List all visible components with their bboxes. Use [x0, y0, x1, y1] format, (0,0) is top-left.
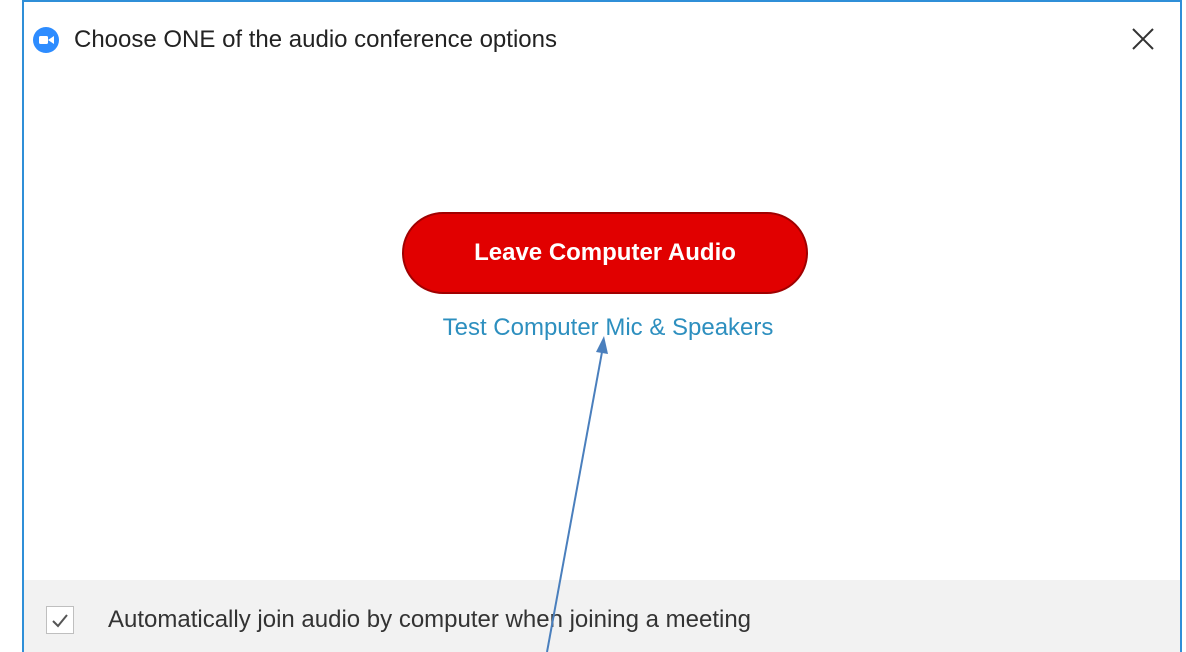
zoom-app-icon: [33, 27, 59, 53]
dialog-title: Choose ONE of the audio conference optio…: [74, 26, 557, 53]
page: Choose ONE of the audio conference optio…: [0, 0, 1186, 652]
checkmark-icon: [52, 614, 68, 628]
title-bar: Choose ONE of the audio conference optio…: [24, 2, 1180, 82]
close-icon: [1132, 28, 1154, 50]
leave-computer-audio-button[interactable]: Leave Computer Audio: [402, 212, 808, 294]
test-mic-speakers-link[interactable]: Test Computer Mic & Speakers: [405, 314, 811, 342]
audio-options-dialog: Choose ONE of the audio conference optio…: [22, 0, 1182, 652]
close-button[interactable]: [1128, 24, 1158, 54]
footer-bar: Automatically join audio by computer whe…: [24, 580, 1180, 652]
auto-join-label: Automatically join audio by computer whe…: [108, 606, 752, 633]
auto-join-checkbox[interactable]: [46, 606, 74, 634]
